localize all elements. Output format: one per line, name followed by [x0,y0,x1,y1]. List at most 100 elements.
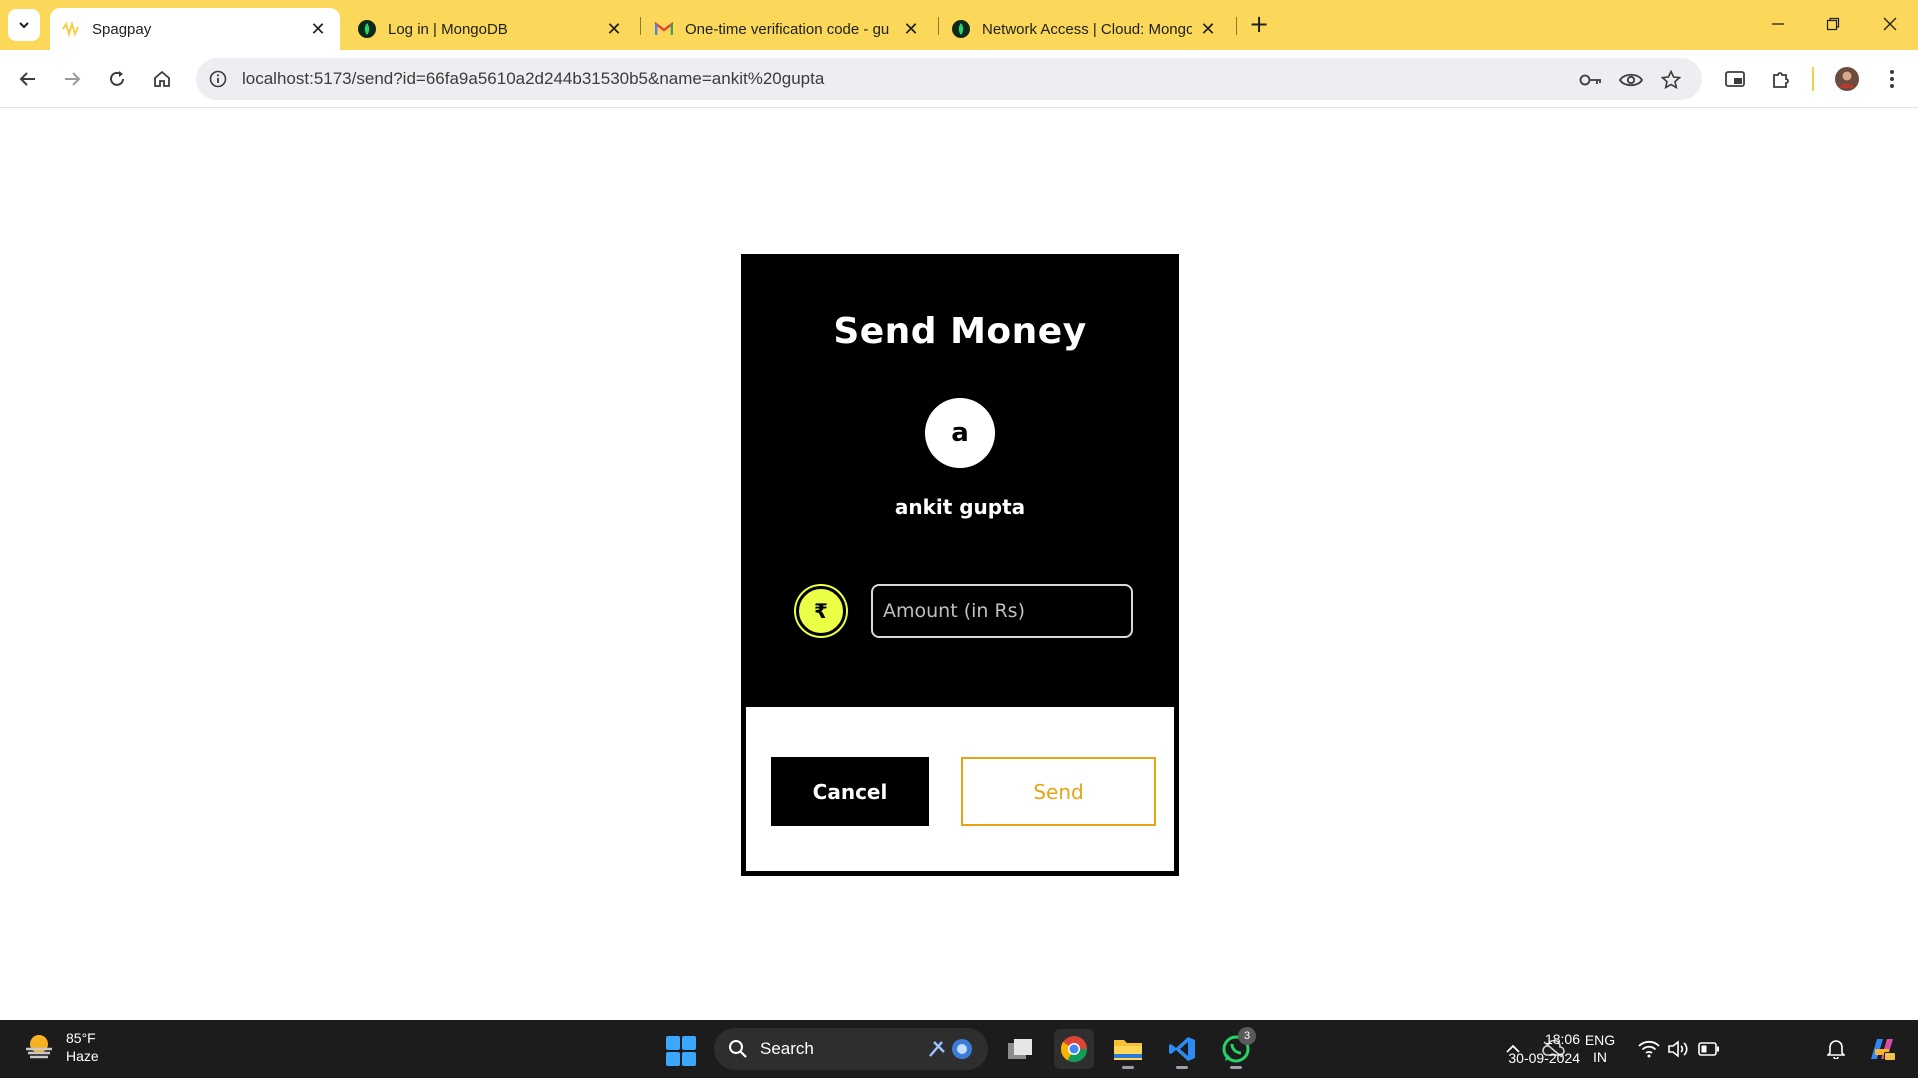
battery-icon [1698,1042,1719,1056]
picture-in-picture-button[interactable] [1717,61,1753,97]
copilot-button[interactable] [1864,1020,1900,1078]
battery-status[interactable] [1694,1020,1724,1078]
windows-logo-icon [666,1036,680,1050]
clock-date: 30-09-2024 [1508,1050,1580,1066]
notifications-button[interactable] [1821,1020,1851,1078]
rupee-icon: ₹ [796,586,846,636]
reload-button[interactable] [99,61,135,97]
extensions-button[interactable] [1763,61,1799,97]
page-title: Send Money [833,311,1087,352]
eye-icon[interactable] [1618,67,1644,93]
avatar [1835,67,1859,91]
browser-toolbar: localhost:5173/send?id=66fa9a5610a2d244b… [0,50,1918,108]
arrow-left-icon [19,72,35,86]
language-code: ENG [1584,1032,1616,1048]
close-window-button[interactable] [1870,6,1910,42]
close-tab-icon[interactable]: ✕ [1198,19,1218,40]
haze-sun-icon [26,1035,52,1059]
close-tab-icon[interactable]: ✕ [604,19,624,40]
close-tab-icon[interactable]: ✕ [901,19,921,40]
windows-logo-icon [666,1052,680,1066]
language-region: IN [1593,1049,1607,1065]
new-tab-button[interactable]: + [1244,10,1274,40]
recipient-name: ankit gupta [894,495,1026,519]
minimize-button[interactable] [1758,6,1798,42]
back-button[interactable] [10,61,46,97]
home-button[interactable] [144,61,180,97]
tab-title: Spagpay [92,20,152,38]
weather-widget[interactable]: 85°F Haze [22,1029,99,1065]
search-icon [729,1040,747,1058]
wifi-status[interactable] [1634,1020,1664,1078]
vscode-icon [1169,1037,1195,1061]
tab-strip: Spagpay ✕ Log in | MongoDB ✕ One-time ve… [0,0,1918,50]
bell-icon [1827,1040,1845,1059]
copilot-icon [1871,1039,1896,1061]
tab-spagpay[interactable]: Spagpay ✕ [50,8,340,50]
key-icon[interactable] [1578,67,1604,93]
tab-search-button[interactable] [8,9,40,41]
tab-network-access[interactable]: Network Access | Cloud: Mongo ✕ [940,8,1230,50]
tab-mongodb-login[interactable]: Log in | MongoDB ✕ [346,8,636,50]
tab-divider [1236,17,1237,35]
profile-button[interactable] [1829,61,1865,97]
menu-button[interactable] [1874,61,1910,97]
vscode-button[interactable] [1162,1029,1202,1069]
address-url: localhost:5173/send?id=66fa9a5610a2d244b… [242,69,825,88]
tab-title: One-time verification code - gu [685,20,890,38]
language-indicator[interactable]: ENG IN [1576,1020,1624,1078]
chrome-icon [1060,1036,1088,1063]
picture-in-picture-icon [1725,71,1745,87]
toolbar-divider [1812,67,1814,91]
whatsapp-button[interactable]: 3 [1216,1027,1256,1069]
send-button[interactable]: Send [961,757,1156,826]
windows-logo-icon [682,1036,696,1050]
send-money-card: Send Money a ankit gupta ₹ Cancel Send [741,254,1179,876]
task-view-icon [1008,1039,1032,1059]
start-button[interactable] [666,1036,696,1066]
mongodb-leaf-icon [358,20,376,38]
weather-temperature: 85°F [66,1030,96,1046]
arrow-right-icon [65,72,81,86]
card-header: Send Money a ankit gupta ₹ [746,259,1174,707]
taskbar-search[interactable]: Search [714,1028,988,1070]
forward-button[interactable] [54,61,90,97]
chevron-down-icon [19,22,29,29]
amount-input[interactable] [871,584,1133,638]
wifi-icon [1638,1040,1660,1058]
site-info-icon[interactable] [206,67,230,91]
cancel-button[interactable]: Cancel [771,757,929,826]
tab-divider [938,17,939,35]
restore-button[interactable] [1813,6,1853,42]
address-bar[interactable]: localhost:5173/send?id=66fa9a5610a2d244b… [196,58,1702,100]
restore-icon [1826,17,1840,31]
close-tab-icon[interactable]: ✕ [308,19,328,40]
close-icon [1883,17,1897,31]
tab-divider [640,17,641,35]
volume-status[interactable] [1664,1020,1694,1078]
chrome-taskbar-button[interactable] [1054,1029,1094,1069]
puzzle-icon [1773,72,1789,88]
folder-icon [1114,1040,1142,1060]
windows-logo-icon [682,1052,696,1066]
star-icon[interactable] [1658,67,1684,93]
more-vertical-icon [1890,70,1894,88]
home-icon [154,70,170,87]
reload-icon [110,71,124,86]
task-view-button[interactable] [1000,1029,1040,1069]
tab-gmail[interactable]: One-time verification code - gu ✕ [643,8,933,50]
taskbar: 85°F Haze Search 3 ENG IN 18:06 30-09-20… [0,1020,1918,1078]
mongodb-leaf-icon [952,20,970,38]
file-explorer-button[interactable] [1108,1029,1148,1069]
tab-title: Log in | MongoDB [388,20,508,38]
search-label: Search [760,1039,814,1058]
minimize-icon [1772,23,1784,25]
recipient-avatar: a [925,398,995,468]
clock[interactable]: 18:06 30-09-2024 [1480,1030,1580,1068]
tab-title: Network Access | Cloud: Mongo [982,20,1192,38]
speaker-icon [1668,1040,1688,1058]
weather-condition: Haze [66,1048,99,1064]
gmail-icon [655,20,673,38]
notification-badge: 3 [1238,1027,1256,1045]
search-highlight-icon [929,1039,972,1059]
